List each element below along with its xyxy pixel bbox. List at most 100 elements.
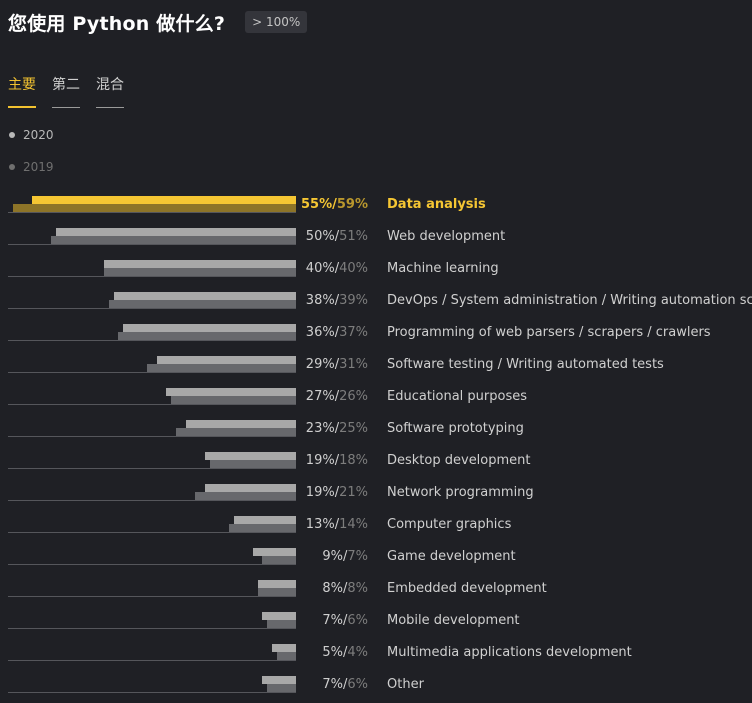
bar-baseline xyxy=(8,244,296,245)
bar-row[interactable]: 7%/6% Mobile development xyxy=(0,612,752,644)
bar-2019 xyxy=(12,204,296,212)
value-2020: 50% xyxy=(305,229,335,244)
bar-row[interactable]: 19%/21% Network programming xyxy=(0,484,752,516)
category-label: Software prototyping xyxy=(387,421,524,436)
bar-2020 xyxy=(104,260,296,268)
bar-2020 xyxy=(156,356,296,364)
value-2019: 18% xyxy=(339,453,368,468)
value-2019: 26% xyxy=(339,389,368,404)
value-label: 19%/18% xyxy=(290,453,368,468)
bar-row[interactable]: 13%/14% Computer graphics xyxy=(0,516,752,548)
value-label: 8%/8% xyxy=(290,581,368,596)
bar-baseline xyxy=(8,468,296,469)
value-2020: 19% xyxy=(305,485,335,500)
value-2019: 39% xyxy=(339,293,368,308)
bar-baseline xyxy=(8,404,296,405)
value-2020: 27% xyxy=(305,389,335,404)
bar-2019 xyxy=(108,300,296,308)
value-2020: 55% xyxy=(301,197,333,212)
bar-2019 xyxy=(228,524,296,532)
value-label: 23%/25% xyxy=(290,421,368,436)
value-label: 29%/31% xyxy=(290,357,368,372)
value-2019: 31% xyxy=(339,357,368,372)
value-2020: 36% xyxy=(305,325,335,340)
bar-row[interactable]: 36%/37% Programming of web parsers / scra… xyxy=(0,324,752,356)
bar-2019 xyxy=(118,332,296,340)
bar-baseline xyxy=(8,212,296,213)
category-label: Other xyxy=(387,677,424,692)
category-label: Desktop development xyxy=(387,453,531,468)
category-label: Network programming xyxy=(387,485,534,500)
bar-baseline xyxy=(8,692,296,693)
bar-row[interactable]: 50%/51% Web development xyxy=(0,228,752,260)
bar-2019 xyxy=(51,236,296,244)
category-label: Educational purposes xyxy=(387,389,528,404)
category-label: Software testing / Writing automated tes… xyxy=(387,357,664,372)
value-2019: 6% xyxy=(347,613,368,628)
value-label: 40%/40% xyxy=(290,261,368,276)
value-label: 7%/6% xyxy=(290,677,368,692)
value-label: 38%/39% xyxy=(290,293,368,308)
bar-2020 xyxy=(204,452,296,460)
category-label: Data analysis xyxy=(387,197,486,212)
value-2020: 40% xyxy=(305,261,335,276)
value-2020: 23% xyxy=(305,421,335,436)
value-2019: 6% xyxy=(347,677,368,692)
bar-2020 xyxy=(233,516,296,524)
value-2020: 7% xyxy=(322,613,343,628)
value-label: 9%/7% xyxy=(290,549,368,564)
value-2019: 14% xyxy=(339,517,368,532)
value-2020: 8% xyxy=(322,581,343,596)
bar-2020 xyxy=(166,388,296,396)
bar-row[interactable]: 7%/6% Other xyxy=(0,676,752,703)
bar-row[interactable]: 29%/31% Software testing / Writing automa… xyxy=(0,356,752,388)
value-2019: 40% xyxy=(339,261,368,276)
category-label: Machine learning xyxy=(387,261,499,276)
bar-row[interactable]: 27%/26% Educational purposes xyxy=(0,388,752,420)
bar-2020 xyxy=(123,324,296,332)
bar-row[interactable]: 19%/18% Desktop development xyxy=(0,452,752,484)
bar-baseline xyxy=(8,660,296,661)
bar-baseline xyxy=(8,308,296,309)
bar-2019 xyxy=(209,460,296,468)
bar-baseline xyxy=(8,564,296,565)
value-2020: 19% xyxy=(305,453,335,468)
bar-row[interactable]: 38%/39% DevOps / System administration / … xyxy=(0,292,752,324)
value-2019: 59% xyxy=(336,197,368,212)
value-2020: 9% xyxy=(322,549,343,564)
bar-row[interactable]: 9%/7% Game development xyxy=(0,548,752,580)
value-2019: 37% xyxy=(339,325,368,340)
bar-2020 xyxy=(113,292,296,300)
value-label: 55%/59% xyxy=(290,197,368,212)
bar-baseline xyxy=(8,340,296,341)
value-2020: 7% xyxy=(322,677,343,692)
bar-row[interactable]: 8%/8% Embedded development xyxy=(0,580,752,612)
value-label: 5%/4% xyxy=(290,645,368,660)
bar-baseline xyxy=(8,436,296,437)
value-label: 7%/6% xyxy=(290,613,368,628)
value-label: 50%/51% xyxy=(290,229,368,244)
bar-row[interactable]: 55%/59% Data analysis xyxy=(0,196,752,228)
bar-row[interactable]: 5%/4% Multimedia applications development xyxy=(0,644,752,676)
value-label: 19%/21% xyxy=(290,485,368,500)
bar-baseline xyxy=(8,372,296,373)
bar-2019 xyxy=(147,364,296,372)
value-label: 36%/37% xyxy=(290,325,368,340)
category-label: Embedded development xyxy=(387,581,547,596)
category-label: Computer graphics xyxy=(387,517,512,532)
value-label: 27%/26% xyxy=(290,389,368,404)
category-label: Game development xyxy=(387,549,516,564)
bar-baseline xyxy=(8,276,296,277)
bar-chart: 55%/59% Data analysis 50%/51% Web developme… xyxy=(0,0,752,703)
bar-row[interactable]: 23%/25% Software prototyping xyxy=(0,420,752,452)
bar-baseline xyxy=(8,596,296,597)
category-label: Programming of web parsers / scrapers / … xyxy=(387,325,711,340)
category-label: Multimedia applications development xyxy=(387,645,632,660)
value-2019: 4% xyxy=(347,645,368,660)
value-label: 13%/14% xyxy=(290,517,368,532)
bar-row[interactable]: 40%/40% Machine learning xyxy=(0,260,752,292)
value-2020: 13% xyxy=(305,517,335,532)
value-2019: 21% xyxy=(339,485,368,500)
bar-2019 xyxy=(195,492,296,500)
bar-2020 xyxy=(185,420,296,428)
